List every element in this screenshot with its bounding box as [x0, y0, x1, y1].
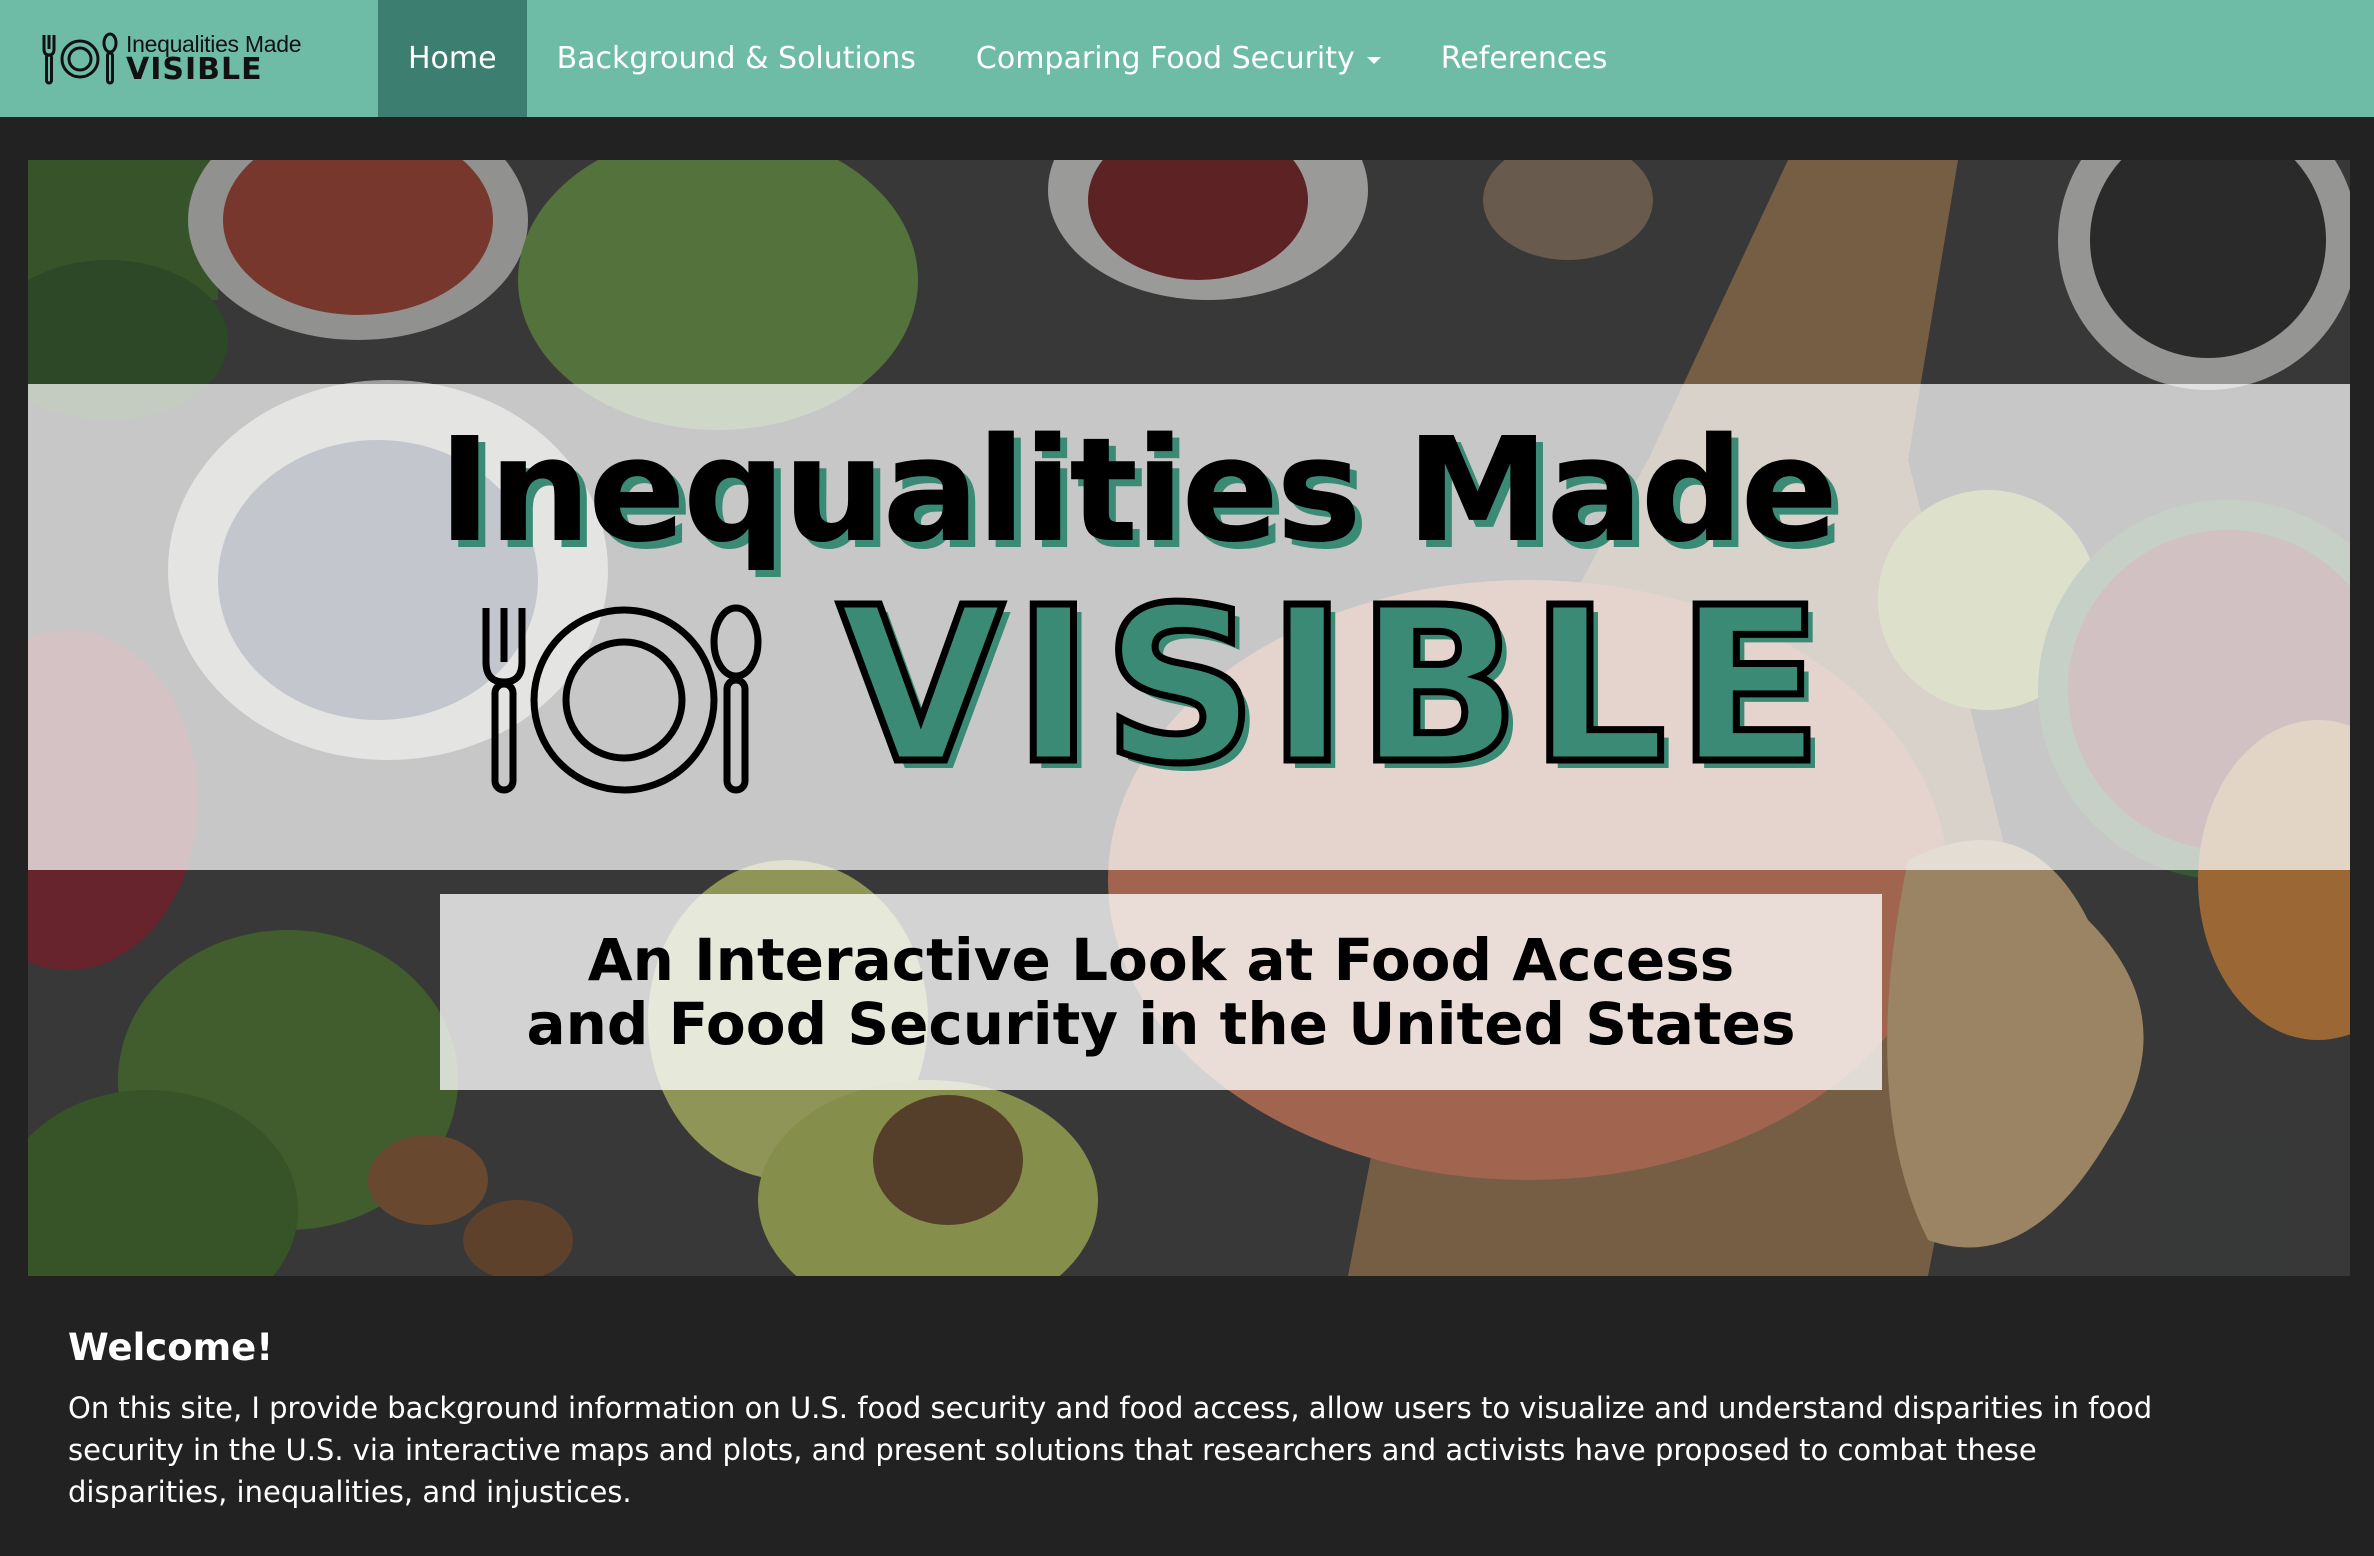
fork-plate-spoon-icon — [482, 604, 762, 794]
nav-home-label: Home — [408, 41, 497, 76]
nav-comparing-food-security-dropdown[interactable]: Comparing Food Security — [946, 0, 1411, 117]
brand-title-big: VISIBLE — [126, 51, 263, 87]
hero-subtitle-box: An Interactive Look at Food Access and F… — [440, 894, 1882, 1090]
nav-background-solutions[interactable]: Background & Solutions — [527, 0, 946, 117]
nav-references-label: References — [1440, 41, 1608, 76]
hero-subtitle-line2: and Food Security in the United States — [526, 990, 1796, 1058]
brand-logo[interactable]: Inequalities Made VISIBLE — [0, 0, 378, 117]
nav-menu: Home Background & Solutions Comparing Fo… — [378, 0, 1637, 117]
nav-background-label: Background & Solutions — [556, 41, 916, 76]
welcome-paragraph: On this site, I provide background infor… — [68, 1391, 2153, 1509]
nav-comparing-label: Comparing Food Security — [975, 41, 1355, 76]
nav-references[interactable]: References — [1411, 0, 1638, 117]
fork-plate-spoon-icon — [42, 32, 118, 84]
hero-title-line2: VISIBLE — [835, 562, 1833, 811]
caret-down-icon — [1366, 56, 1381, 64]
nav-home[interactable]: Home — [378, 0, 527, 117]
welcome-section: Welcome! On this site, I provide backgro… — [68, 1326, 2188, 1513]
hero-banner: Inequalities Made VISIBLE An Interactive… — [28, 160, 2350, 1276]
welcome-heading: Welcome! — [68, 1326, 274, 1369]
hero-title-line1: Inequalities Made — [438, 406, 1838, 574]
navbar: Inequalities Made VISIBLE Home Backgroun… — [0, 0, 2374, 117]
hero-subtitle-line1: An Interactive Look at Food Access — [587, 926, 1735, 994]
